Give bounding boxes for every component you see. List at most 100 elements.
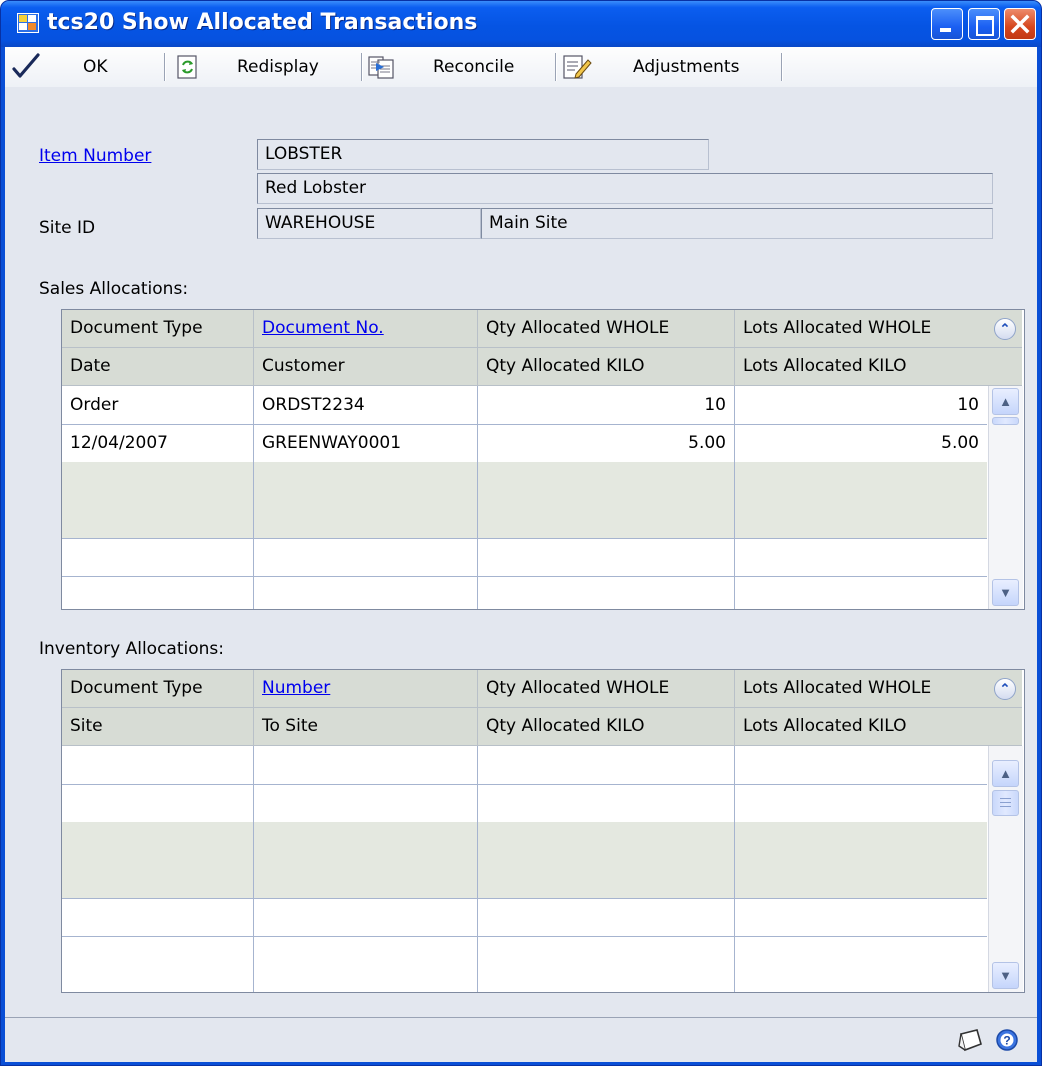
scroll-down-icon[interactable]: ▼	[992, 579, 1019, 606]
scroll-up-icon[interactable]: ▲	[992, 388, 1019, 415]
table-row[interactable]	[62, 860, 987, 899]
table-row[interactable]: 12/04/2007 GREENWAY0001 5.00 5.00	[62, 424, 987, 463]
table-cell[interactable]	[254, 538, 478, 576]
table-cell[interactable]: ORDST2234	[254, 386, 478, 424]
table-row[interactable]	[62, 462, 987, 501]
table-cell[interactable]	[478, 936, 735, 992]
table-cell[interactable]	[735, 784, 987, 822]
table-cell[interactable]	[478, 500, 735, 538]
table-cell[interactable]	[62, 462, 254, 500]
expand-collapse-icon[interactable]: ⌃	[994, 678, 1016, 700]
table-row[interactable]	[62, 576, 987, 609]
table-cell[interactable]	[254, 500, 478, 538]
vertical-scrollbar[interactable]: ▲ ▼	[988, 746, 1023, 992]
table-cell[interactable]	[478, 822, 735, 860]
table-cell[interactable]: Order	[62, 386, 254, 424]
adjustments-button[interactable]: Adjustments	[562, 47, 739, 87]
scroll-thumb[interactable]	[992, 790, 1019, 816]
table-cell[interactable]	[254, 576, 478, 609]
table-cell[interactable]	[62, 936, 254, 992]
table-cell[interactable]	[478, 860, 735, 898]
ok-label: OK	[83, 57, 108, 77]
table-row[interactable]	[62, 936, 987, 992]
table-cell[interactable]	[254, 936, 478, 992]
table-cell[interactable]	[254, 898, 478, 936]
document-no-column-link[interactable]: Document No.	[254, 310, 478, 347]
table-cell[interactable]	[735, 576, 987, 609]
table-row[interactable]	[62, 500, 987, 539]
table-cell[interactable]	[735, 746, 987, 784]
site-name-field: Main Site	[481, 208, 993, 239]
title-bar[interactable]: tcs20 Show Allocated Transactions	[1, 1, 1041, 47]
status-footer: ?	[5, 1017, 1037, 1062]
table-cell[interactable]	[478, 898, 735, 936]
table-cell[interactable]: GREENWAY0001	[254, 424, 478, 462]
table-cell[interactable]	[478, 462, 735, 500]
close-icon	[1005, 9, 1035, 39]
table-cell[interactable]	[735, 538, 987, 576]
table-cell[interactable]	[735, 822, 987, 860]
minimize-button[interactable]	[931, 8, 963, 40]
toolbar-separator	[781, 53, 783, 81]
table-cell[interactable]: 12/04/2007	[62, 424, 254, 462]
ok-button[interactable]: OK	[12, 47, 108, 87]
table-cell[interactable]	[735, 500, 987, 538]
reconcile-button[interactable]: Reconcile	[367, 47, 514, 87]
table-row[interactable]	[62, 746, 987, 785]
toolbar: OK Redisplay Reconcile Adjustments	[5, 47, 1037, 88]
table-cell[interactable]: 10	[735, 386, 987, 424]
table-cell[interactable]	[62, 500, 254, 538]
table-row[interactable]	[62, 822, 987, 861]
table-row[interactable]	[62, 898, 987, 937]
table-cell[interactable]	[62, 746, 254, 784]
table-cell[interactable]	[62, 576, 254, 609]
table-cell[interactable]	[62, 784, 254, 822]
redisplay-button[interactable]: Redisplay	[175, 47, 319, 87]
item-number-link[interactable]: Item Number	[39, 146, 151, 166]
table-cell[interactable]: 5.00	[478, 424, 735, 462]
table-cell[interactable]: 5.00	[735, 424, 987, 462]
table-cell[interactable]	[478, 576, 735, 609]
table-cell[interactable]	[478, 746, 735, 784]
table-cell[interactable]	[735, 936, 987, 992]
table-cell[interactable]: 10	[478, 386, 735, 424]
table-cell[interactable]	[62, 538, 254, 576]
table-cell[interactable]	[735, 462, 987, 500]
number-column-link[interactable]: Number	[254, 670, 478, 707]
scroll-thumb[interactable]	[992, 417, 1019, 425]
table-row[interactable]	[62, 784, 987, 823]
table-cell[interactable]	[62, 822, 254, 860]
reconcile-label: Reconcile	[433, 57, 515, 77]
table-row[interactable]	[62, 538, 987, 577]
table-cell[interactable]	[254, 784, 478, 822]
sales-allocations-grid: Document Type Document No. Qty Allocated…	[61, 309, 1025, 610]
item-number-field[interactable]: LOBSTER	[257, 139, 709, 170]
table-cell[interactable]	[478, 784, 735, 822]
vertical-scrollbar[interactable]: ▲ ▼	[988, 386, 1023, 609]
column-header: Qty Allocated WHOLE	[478, 310, 735, 347]
table-cell[interactable]	[62, 860, 254, 898]
maximize-button[interactable]	[968, 8, 1000, 40]
table-cell[interactable]	[254, 822, 478, 860]
table-cell[interactable]	[735, 860, 987, 898]
window: tcs20 Show Allocated Transactions OK Red…	[0, 0, 1042, 1066]
reconcile-icon	[367, 54, 394, 80]
expand-collapse-icon[interactable]: ⌃	[994, 318, 1016, 340]
note-icon[interactable]	[955, 1026, 985, 1059]
table-row[interactable]: Order ORDST2234 10 10	[62, 386, 987, 425]
table-cell[interactable]	[254, 746, 478, 784]
table-cell[interactable]	[254, 462, 478, 500]
table-cell[interactable]	[254, 860, 478, 898]
table-cell[interactable]	[735, 898, 987, 936]
column-header: Lots Allocated WHOLE	[743, 678, 932, 698]
column-header: Lots Allocated KILO	[743, 356, 907, 376]
scroll-down-icon[interactable]: ▼	[992, 962, 1019, 989]
column-header: Lots Allocated WHOLE	[743, 318, 932, 338]
table-cell[interactable]	[62, 898, 254, 936]
close-button[interactable]	[1004, 8, 1036, 40]
help-icon[interactable]: ?	[995, 1028, 1019, 1057]
table-cell[interactable]	[478, 538, 735, 576]
site-id-field[interactable]: WAREHOUSE	[257, 208, 481, 239]
site-id-label: Site ID	[39, 218, 96, 238]
scroll-up-icon[interactable]: ▲	[992, 760, 1019, 787]
